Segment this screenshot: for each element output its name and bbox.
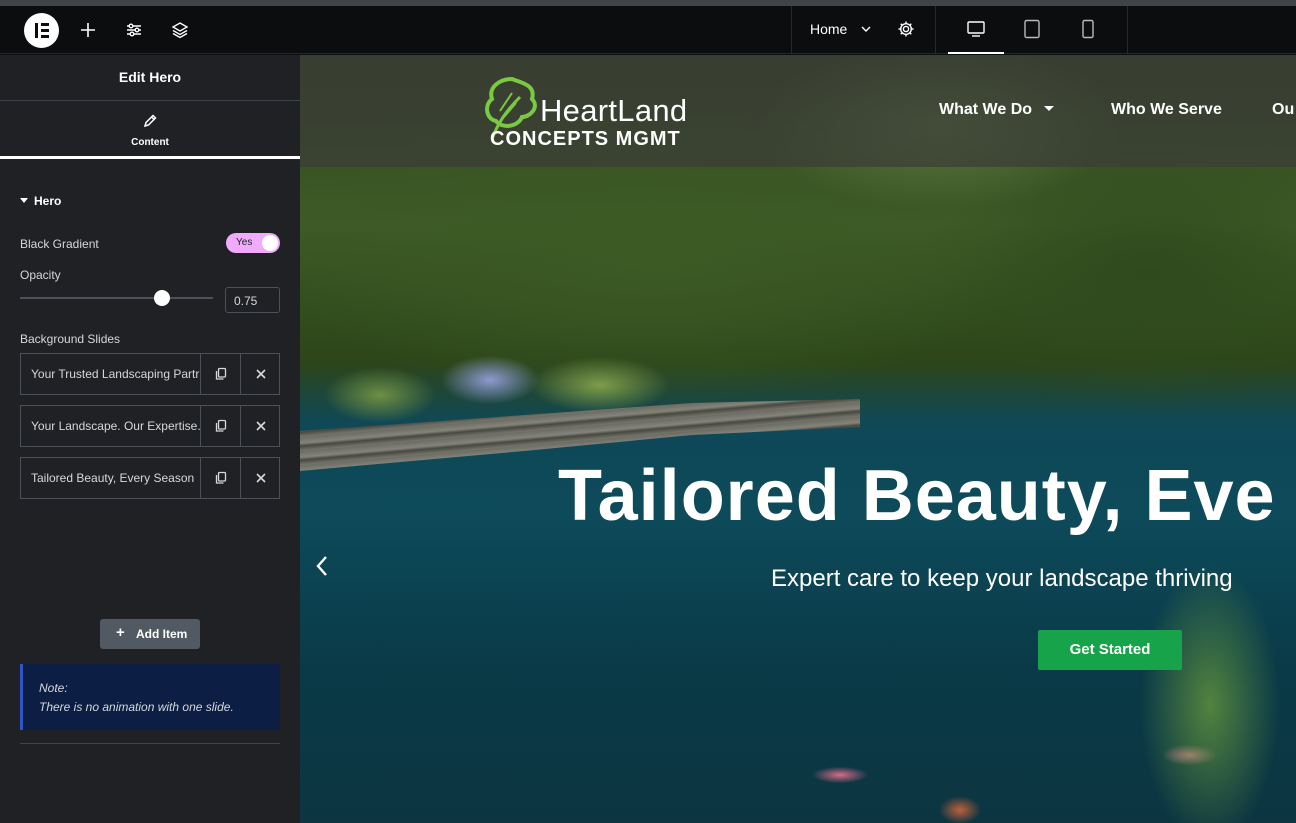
black-gradient-toggle[interactable]: Yes — [226, 233, 280, 253]
remove-icon[interactable] — [240, 354, 280, 394]
gear-icon[interactable] — [896, 19, 916, 44]
site-header: HeartLand CONCEPTS MGMT What We Do Who W… — [300, 55, 1296, 167]
editor-topbar: Home — [0, 6, 1296, 54]
section-title: Hero — [34, 194, 62, 208]
hero-subtitle: Expert care to keep your landscape thriv… — [771, 565, 1233, 592]
add-item-button[interactable]: + Add Item — [100, 619, 200, 649]
plus-icon[interactable] — [76, 18, 100, 42]
duplicate-icon[interactable] — [200, 406, 240, 446]
editor-panel: Edit Hero Content Hero Black Gradient Ye… — [0, 55, 300, 823]
slider-track — [20, 297, 213, 299]
page-preview: HeartLand CONCEPTS MGMT What We Do Who W… — [300, 55, 1296, 823]
sliders-icon[interactable] — [122, 18, 146, 42]
hero-title: Tailored Beauty, Eve — [558, 456, 1276, 536]
site-logo[interactable]: HeartLand CONCEPTS MGMT — [482, 73, 712, 153]
background-slides-label: Background Slides — [20, 332, 121, 346]
desktop-icon[interactable] — [948, 6, 1004, 54]
layers-icon[interactable] — [168, 18, 192, 42]
slider-thumb[interactable] — [154, 290, 170, 306]
divider — [20, 743, 280, 744]
slide-item[interactable]: Your Trusted Landscaping Partr — [20, 353, 280, 395]
coneflowers-image — [780, 755, 1040, 823]
opacity-label: Opacity — [20, 268, 61, 282]
nav-what-we-do[interactable]: What We Do — [939, 101, 1055, 119]
chevron-down-icon[interactable] — [859, 22, 873, 41]
black-gradient-label: Black Gradient — [20, 237, 99, 251]
logo-text-heartland: HeartLand — [540, 93, 688, 128]
slide-title[interactable]: Tailored Beauty, Every Season — [21, 458, 200, 498]
opacity-input[interactable]: 0.75 — [225, 287, 280, 313]
pencil-icon — [142, 113, 158, 134]
slider-prev-arrow[interactable] — [314, 553, 332, 584]
remove-icon[interactable] — [240, 406, 280, 446]
panel-title: Edit Hero — [118, 69, 182, 85]
mobile-icon[interactable] — [1060, 6, 1116, 54]
panel-header: Edit Hero — [0, 55, 300, 101]
nav-what-we-do-label: What We Do — [939, 101, 1033, 118]
slide-item[interactable]: Tailored Beauty, Every Season — [20, 457, 280, 499]
device-switcher — [948, 6, 1128, 54]
logo-text-concepts: CONCEPTS MGMT — [490, 128, 681, 150]
nav-item-truncated[interactable]: Ou — [1272, 101, 1294, 119]
caret-down-icon — [20, 198, 28, 203]
tab-content-label: Content — [131, 137, 169, 148]
duplicate-icon[interactable] — [200, 458, 240, 498]
toggle-text: Yes — [236, 237, 253, 248]
info-note: Note: There is no animation with one sli… — [20, 664, 280, 730]
tablet-icon[interactable] — [1004, 6, 1060, 54]
opacity-slider[interactable] — [20, 290, 213, 306]
note-body: There is no animation with one slide. — [39, 700, 234, 714]
toggle-knob — [262, 235, 278, 251]
elementor-logo-icon[interactable] — [24, 13, 59, 48]
section-toggle-hero[interactable]: Hero — [20, 194, 61, 208]
duplicate-icon[interactable] — [200, 354, 240, 394]
note-heading: Note: — [39, 681, 68, 695]
slide-item[interactable]: Your Landscape. Our Expertise. — [20, 405, 280, 447]
nav-who-we-serve[interactable]: Who We Serve — [1111, 101, 1222, 119]
caret-down-icon — [1044, 106, 1055, 111]
remove-icon[interactable] — [240, 458, 280, 498]
page-name: Home — [810, 21, 848, 37]
slide-title[interactable]: Your Trusted Landscaping Partr — [21, 354, 200, 394]
plus-icon: + — [116, 624, 125, 641]
add-item-label: Add Item — [136, 627, 188, 641]
tab-content[interactable]: Content — [0, 101, 300, 159]
slide-title[interactable]: Your Landscape. Our Expertise. — [21, 406, 200, 446]
get-started-button[interactable]: Get Started — [1038, 630, 1182, 670]
page-selector[interactable]: Home — [791, 6, 936, 54]
